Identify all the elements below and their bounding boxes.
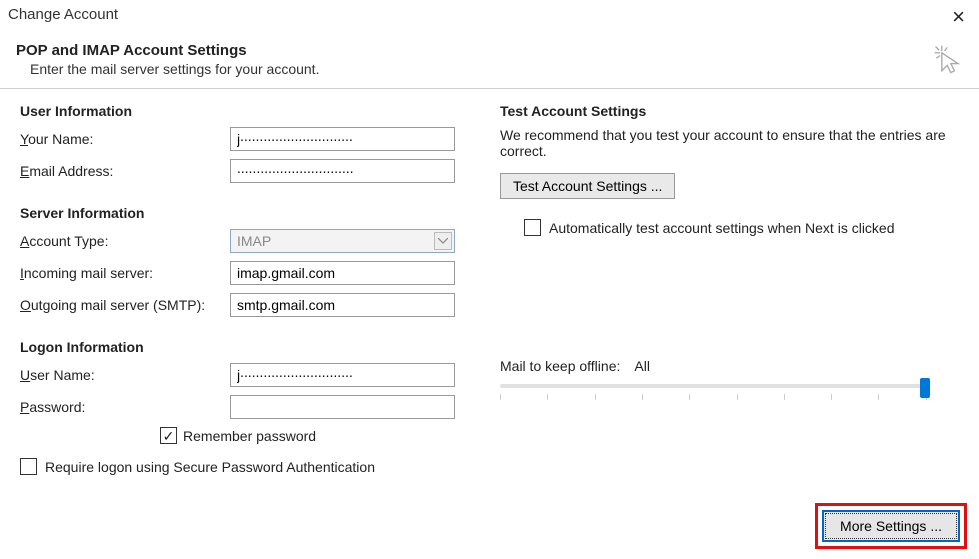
mail-offline-value: All — [634, 358, 650, 374]
auto-test-label: Automatically test account settings when… — [549, 219, 895, 238]
user-name-input[interactable] — [230, 363, 455, 387]
password-input[interactable] — [230, 395, 455, 419]
slider-thumb[interactable] — [920, 378, 930, 398]
more-settings-highlight: More Settings ... — [815, 503, 967, 549]
cursor-click-icon — [931, 42, 967, 78]
mail-offline-slider[interactable] — [500, 380, 930, 404]
logon-info-heading: Logon Information — [20, 339, 460, 355]
test-settings-heading: Test Account Settings — [500, 103, 951, 119]
your-name-input[interactable] — [230, 127, 455, 151]
auto-test-checkbox[interactable] — [524, 219, 541, 236]
mail-offline-label: Mail to keep offline: — [500, 358, 620, 374]
spa-checkbox[interactable] — [20, 458, 37, 475]
outgoing-server-label: Outgoing mail server (SMTP): — [20, 297, 230, 313]
server-info-heading: Server Information — [20, 205, 460, 221]
account-type-value: IMAP — [237, 233, 271, 249]
password-label: Password: — [20, 399, 230, 415]
test-account-button[interactable]: Test Account Settings ... — [500, 173, 675, 199]
chevron-down-icon — [434, 232, 452, 250]
incoming-server-label: Incoming mail server: — [20, 265, 230, 281]
user-name-label: User Name: — [20, 367, 230, 383]
outgoing-server-input[interactable] — [230, 293, 455, 317]
remember-password-checkbox[interactable]: ✓ — [160, 427, 177, 444]
incoming-server-input[interactable] — [230, 261, 455, 285]
remember-password-label: Remember password — [183, 428, 316, 444]
account-type-select: IMAP — [230, 229, 455, 253]
spa-label: Require logon using Secure Password Auth… — [45, 459, 375, 475]
your-name-label: Your Name: — [20, 131, 230, 147]
email-input[interactable] — [230, 159, 455, 183]
more-settings-button[interactable]: More Settings ... — [822, 510, 960, 542]
test-settings-description: We recommend that you test your account … — [500, 127, 951, 159]
page-subtitle: Enter the mail server settings for your … — [30, 61, 319, 77]
user-info-heading: User Information — [20, 103, 460, 119]
page-title: POP and IMAP Account Settings — [16, 42, 319, 59]
email-label: Email Address: — [20, 163, 230, 179]
window-title: Change Account — [8, 6, 118, 23]
account-type-label: Account Type: — [20, 233, 230, 249]
close-icon[interactable]: × — [946, 6, 971, 28]
